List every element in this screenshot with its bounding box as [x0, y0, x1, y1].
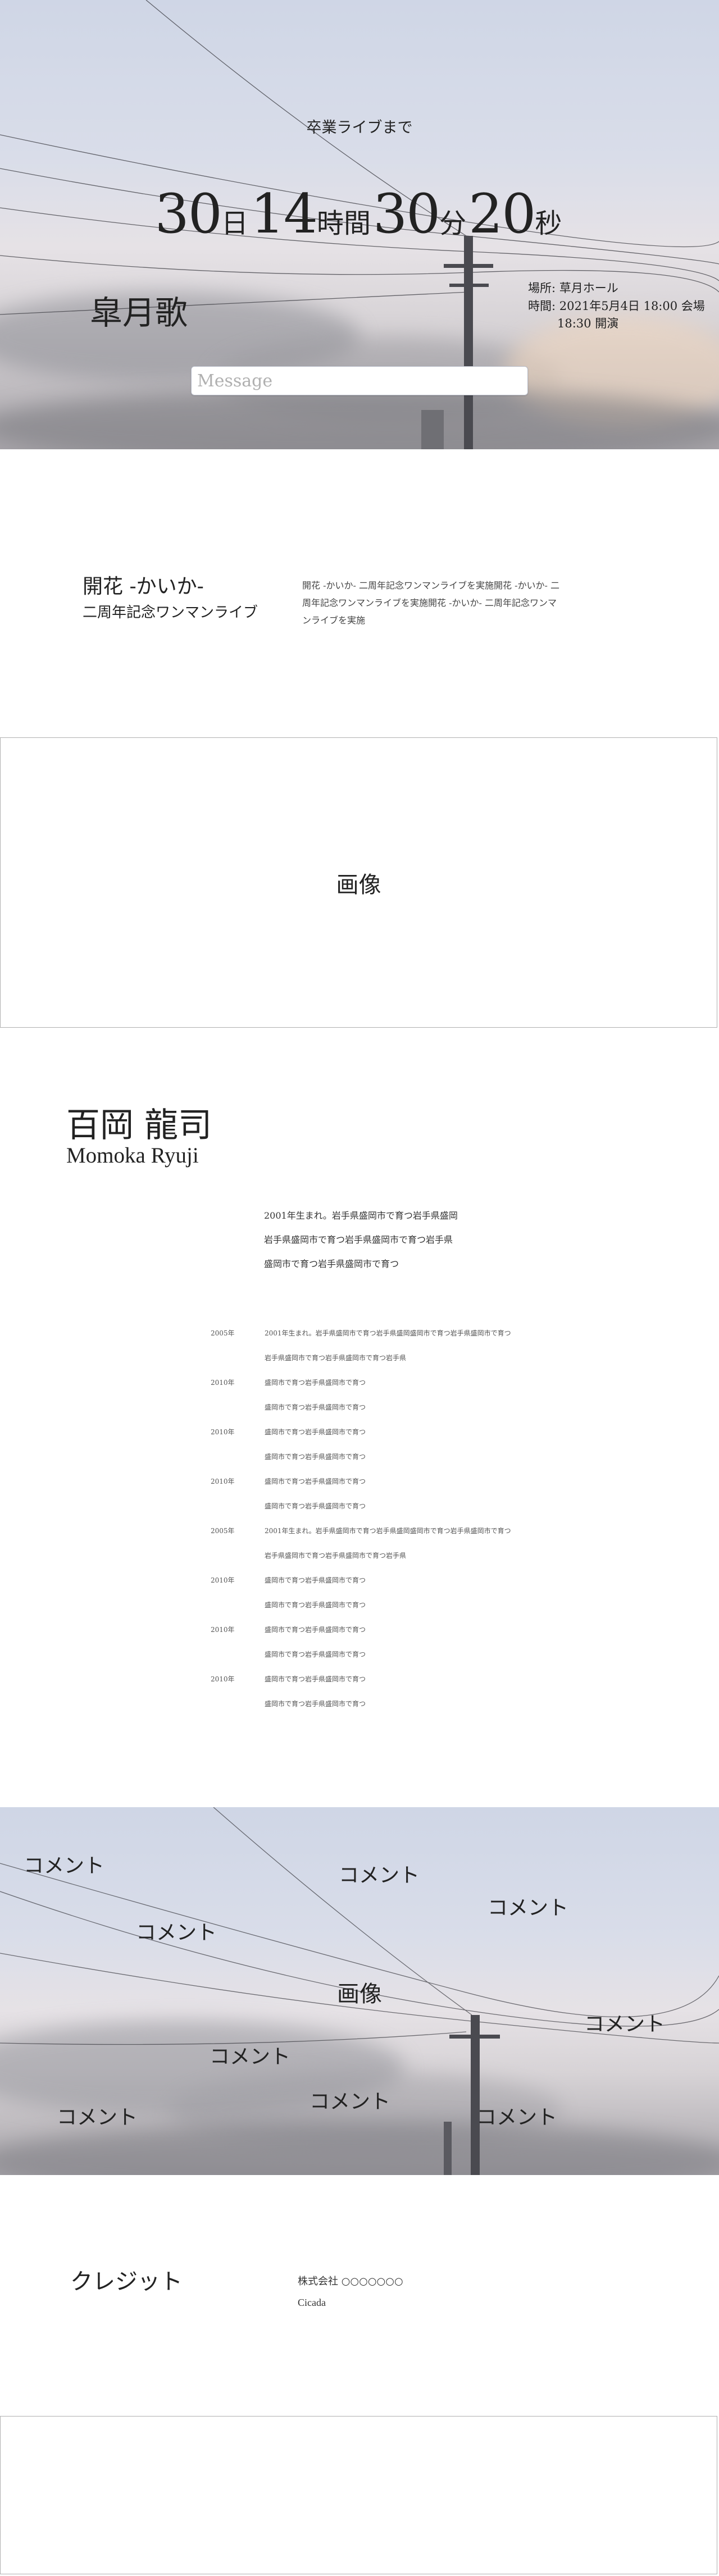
profile-timeline: 2005年 2001年生まれ。岩手県盛岡市で育つ岩手県盛岡盛岡市で育つ岩手県盛岡市… — [211, 1328, 536, 1724]
event-description: 開花 -かいか- 二周年記念ワンマンライブを実施開花 -かいか- 二周年記念ワン… — [302, 580, 559, 626]
timeline-year: 2010年 — [211, 1478, 235, 1485]
countdown-days: 30 — [154, 183, 222, 245]
comment-item: コメント — [310, 2090, 391, 2113]
comment-item: コメント — [136, 1921, 217, 1944]
message-input[interactable] — [191, 366, 528, 395]
timeline-year — [211, 1551, 265, 1575]
timeline-text: 盛岡市で育つ岩手県盛岡市で育つ — [265, 1502, 366, 1510]
countdown-hours: 14 — [250, 183, 318, 245]
time-line: 時間: 2021年5月4日 18:00 会場 — [528, 299, 705, 313]
timeline-text: 盛岡市で育つ岩手県盛岡市で育つ — [265, 1601, 366, 1609]
image-placeholder: 画像 — [0, 737, 717, 1028]
timeline-year: 2010年 — [211, 1626, 235, 1634]
timeline-text: 盛岡市で育つ岩手県盛岡市で育つ — [265, 1675, 366, 1683]
bio-line: 2001年生まれ。岩手県盛岡市で育つ岩手県盛岡 — [264, 1210, 458, 1221]
countdown-minutes-unit: 分 — [439, 208, 467, 239]
countdown-days-unit: 日 — [221, 208, 248, 239]
timeline-row: 2010年 盛岡市で育つ岩手県盛岡市で育つ — [211, 1427, 536, 1452]
bio-line: 岩手県盛岡市で育つ岩手県盛岡市で育つ岩手県 — [264, 1234, 453, 1246]
profile-name: 百岡 龍司 — [66, 1106, 212, 1145]
timeline-text: 盛岡市で育つ岩手県盛岡市で育つ — [265, 1626, 366, 1634]
timeline-year: 2005年 — [211, 1329, 235, 1337]
timeline-year: 2010年 — [211, 1428, 235, 1436]
timeline-year — [211, 1699, 265, 1724]
timeline-text: 盛岡市で育つ岩手県盛岡市で育つ — [265, 1453, 366, 1461]
credits-company: 株式会社 ○○○○○○○ — [298, 2276, 403, 2287]
comment-item: コメント — [584, 2013, 666, 2036]
timeline-row: 盛岡市で育つ岩手県盛岡市で育つ — [211, 1600, 536, 1625]
timeline-year — [211, 1402, 265, 1427]
venue-line: 場所: 草月ホール — [528, 281, 618, 295]
event-subtitle: 二周年記念ワンマンライブ — [83, 604, 258, 621]
comment-item: コメント — [57, 2106, 138, 2129]
credits-name: Cicada — [298, 2297, 326, 2308]
timeline-year: 2010年 — [211, 1675, 235, 1683]
timeline-text: 2001年生まれ。岩手県盛岡市で育つ岩手県盛岡盛岡市で育つ岩手県盛岡市で育つ — [265, 1527, 511, 1535]
timeline-row: 岩手県盛岡市で育つ岩手県盛岡市で育つ岩手県 — [211, 1353, 536, 1378]
timeline-row: 岩手県盛岡市で育つ岩手県盛岡市で育つ岩手県 — [211, 1551, 536, 1575]
comment-item: コメント — [24, 1854, 105, 1877]
timeline-year: 2005年 — [211, 1527, 235, 1535]
comment-item: コメント — [210, 2045, 291, 2068]
timeline-row: 2010年 盛岡市で育つ岩手県盛岡市で育つ — [211, 1476, 536, 1501]
bio-line: 盛岡市で育つ岩手県盛岡市で育つ — [264, 1259, 399, 1270]
hero-title: 皐月歌 — [90, 294, 188, 332]
timeline-year — [211, 1452, 265, 1476]
credits-title: クレジット — [70, 2269, 183, 2295]
comment-item: コメント — [339, 1864, 420, 1887]
footer-box — [0, 2416, 717, 2574]
timeline-text: 盛岡市で育つ岩手県盛岡市で育つ — [265, 1478, 366, 1485]
hero-section: 卒業ライブまで 30日14時間30分20秒 皐月歌 場所: 草月ホール 時間: … — [0, 0, 719, 449]
time-line-2: 18:30 開演 — [557, 317, 619, 330]
countdown-seconds-unit: 秒 — [535, 208, 562, 239]
timeline-row: 盛岡市で育つ岩手県盛岡市で育つ — [211, 1402, 536, 1427]
profile-bio: 2001年生まれ。岩手県盛岡市で育つ岩手県盛岡 岩手県盛岡市で育つ岩手県盛岡市で… — [264, 1203, 528, 1276]
timeline-text: 盛岡市で育つ岩手県盛岡市で育つ — [265, 1576, 366, 1584]
countdown-hours-unit: 時間 — [316, 208, 371, 239]
timeline-year: 2010年 — [211, 1576, 235, 1584]
timeline-row: 盛岡市で育つ岩手県盛岡市で育つ — [211, 1501, 536, 1526]
timeline-row: 盛岡市で育つ岩手県盛岡市で育つ — [211, 1649, 536, 1674]
countdown-label: 卒業ライブまで — [306, 119, 413, 136]
event-title: 開花 -かいか- — [83, 575, 204, 598]
profile-name-roman: Momoka Ryuji — [66, 1143, 199, 1168]
comment-item: コメント — [476, 2106, 558, 2129]
countdown-timer: 30日14時間30分20秒 — [0, 183, 719, 245]
timeline-year — [211, 1501, 265, 1526]
image-placeholder-label: 画像 — [336, 872, 381, 898]
countdown-seconds: 20 — [468, 183, 536, 245]
timeline-row: 2010年 盛岡市で育つ岩手県盛岡市で育つ — [211, 1378, 536, 1402]
comments-image-label: 画像 — [337, 1981, 382, 2007]
timeline-year — [211, 1600, 265, 1625]
timeline-row: 2010年 盛岡市で育つ岩手県盛岡市で育つ — [211, 1674, 536, 1699]
timeline-row: 2010年 盛岡市で育つ岩手県盛岡市で育つ — [211, 1625, 536, 1649]
timeline-text: 盛岡市で育つ岩手県盛岡市で育つ — [265, 1700, 366, 1708]
comment-item: コメント — [488, 1896, 569, 1920]
timeline-year — [211, 1353, 265, 1378]
timeline-row: 2005年 2001年生まれ。岩手県盛岡市で育つ岩手県盛岡盛岡市で育つ岩手県盛岡市… — [211, 1328, 536, 1353]
timeline-year: 2010年 — [211, 1379, 235, 1387]
timeline-row: 2005年 2001年生まれ。岩手県盛岡市で育つ岩手県盛岡盛岡市で育つ岩手県盛岡市… — [211, 1526, 536, 1551]
countdown-minutes: 30 — [373, 183, 440, 245]
timeline-text: 盛岡市で育つ岩手県盛岡市で育つ — [265, 1403, 366, 1411]
timeline-text: 岩手県盛岡市で育つ岩手県盛岡市で育つ岩手県 — [265, 1552, 407, 1560]
timeline-row: 2010年 盛岡市で育つ岩手県盛岡市で育つ — [211, 1575, 536, 1600]
timeline-text: 盛岡市で育つ岩手県盛岡市で育つ — [265, 1428, 366, 1436]
timeline-text: 2001年生まれ。岩手県盛岡市で育つ岩手県盛岡盛岡市で育つ岩手県盛岡市で育つ — [265, 1329, 511, 1337]
timeline-text: 岩手県盛岡市で育つ岩手県盛岡市で育つ岩手県 — [265, 1354, 407, 1362]
timeline-text: 盛岡市で育つ岩手県盛岡市で育つ — [265, 1651, 366, 1658]
timeline-text: 盛岡市で育つ岩手県盛岡市で育つ — [265, 1379, 366, 1387]
venue-info: 場所: 草月ホール 時間: 2021年5月4日 18:00 会場 18:30 開… — [528, 280, 705, 333]
timeline-year — [211, 1649, 265, 1674]
timeline-row: 盛岡市で育つ岩手県盛岡市で育つ — [211, 1699, 536, 1724]
timeline-row: 盛岡市で育つ岩手県盛岡市で育つ — [211, 1452, 536, 1476]
